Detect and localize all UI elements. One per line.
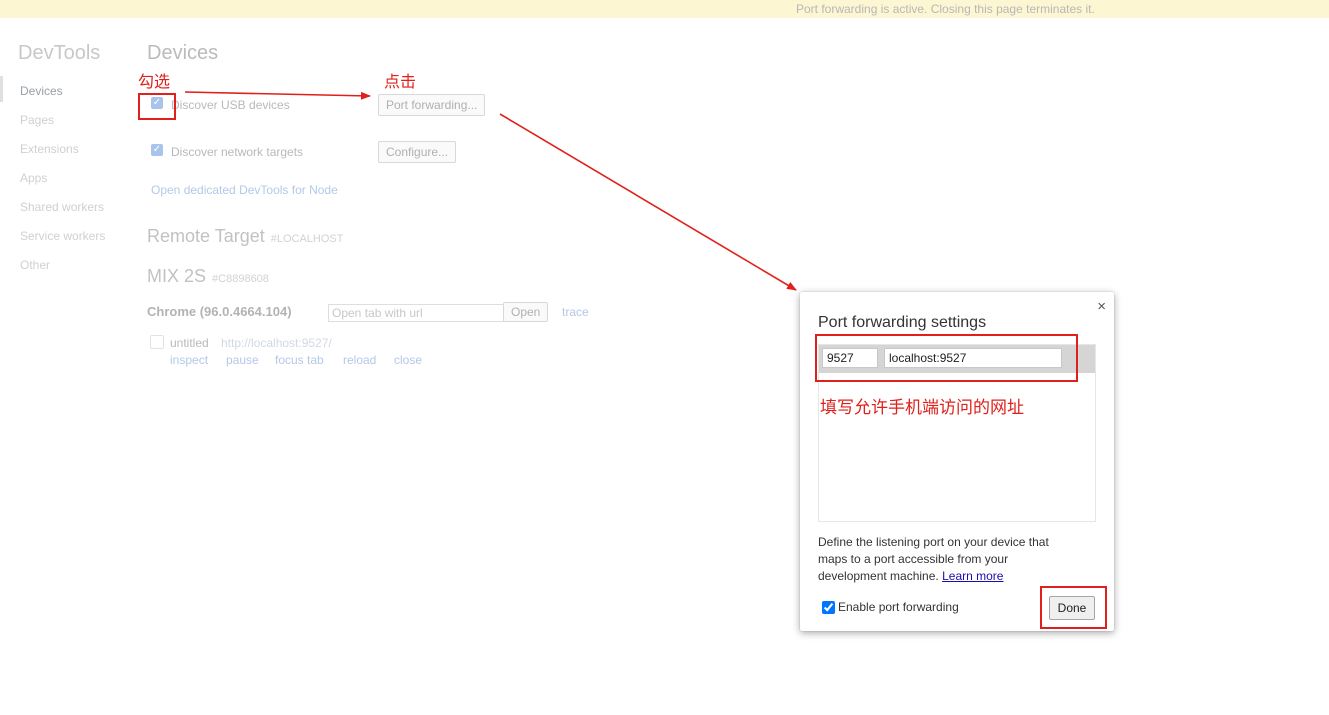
arrow-to-port-forwarding <box>184 91 371 100</box>
dialog-title: Port forwarding settings <box>818 314 987 331</box>
enable-port-forwarding-label: Enable port forwarding <box>838 600 959 614</box>
annotation-box-rule-row <box>815 334 1078 382</box>
dialog-description: Define the listening port on your device… <box>818 534 1080 585</box>
enable-port-forwarding[interactable]: Enable port forwarding <box>822 600 959 614</box>
annotation-box-done <box>1040 586 1107 629</box>
arrow-to-dialog <box>499 113 797 291</box>
close-icon[interactable]: × <box>1097 299 1106 315</box>
description-text: Define the listening port on your device… <box>818 535 1049 583</box>
annotation-fill-address: 填写允许手机端访问的网址 <box>820 398 1024 418</box>
learn-more-link[interactable]: Learn more <box>942 569 1003 583</box>
enable-port-forwarding-checkbox[interactable] <box>822 600 835 614</box>
annotation-arrows <box>184 91 1082 579</box>
